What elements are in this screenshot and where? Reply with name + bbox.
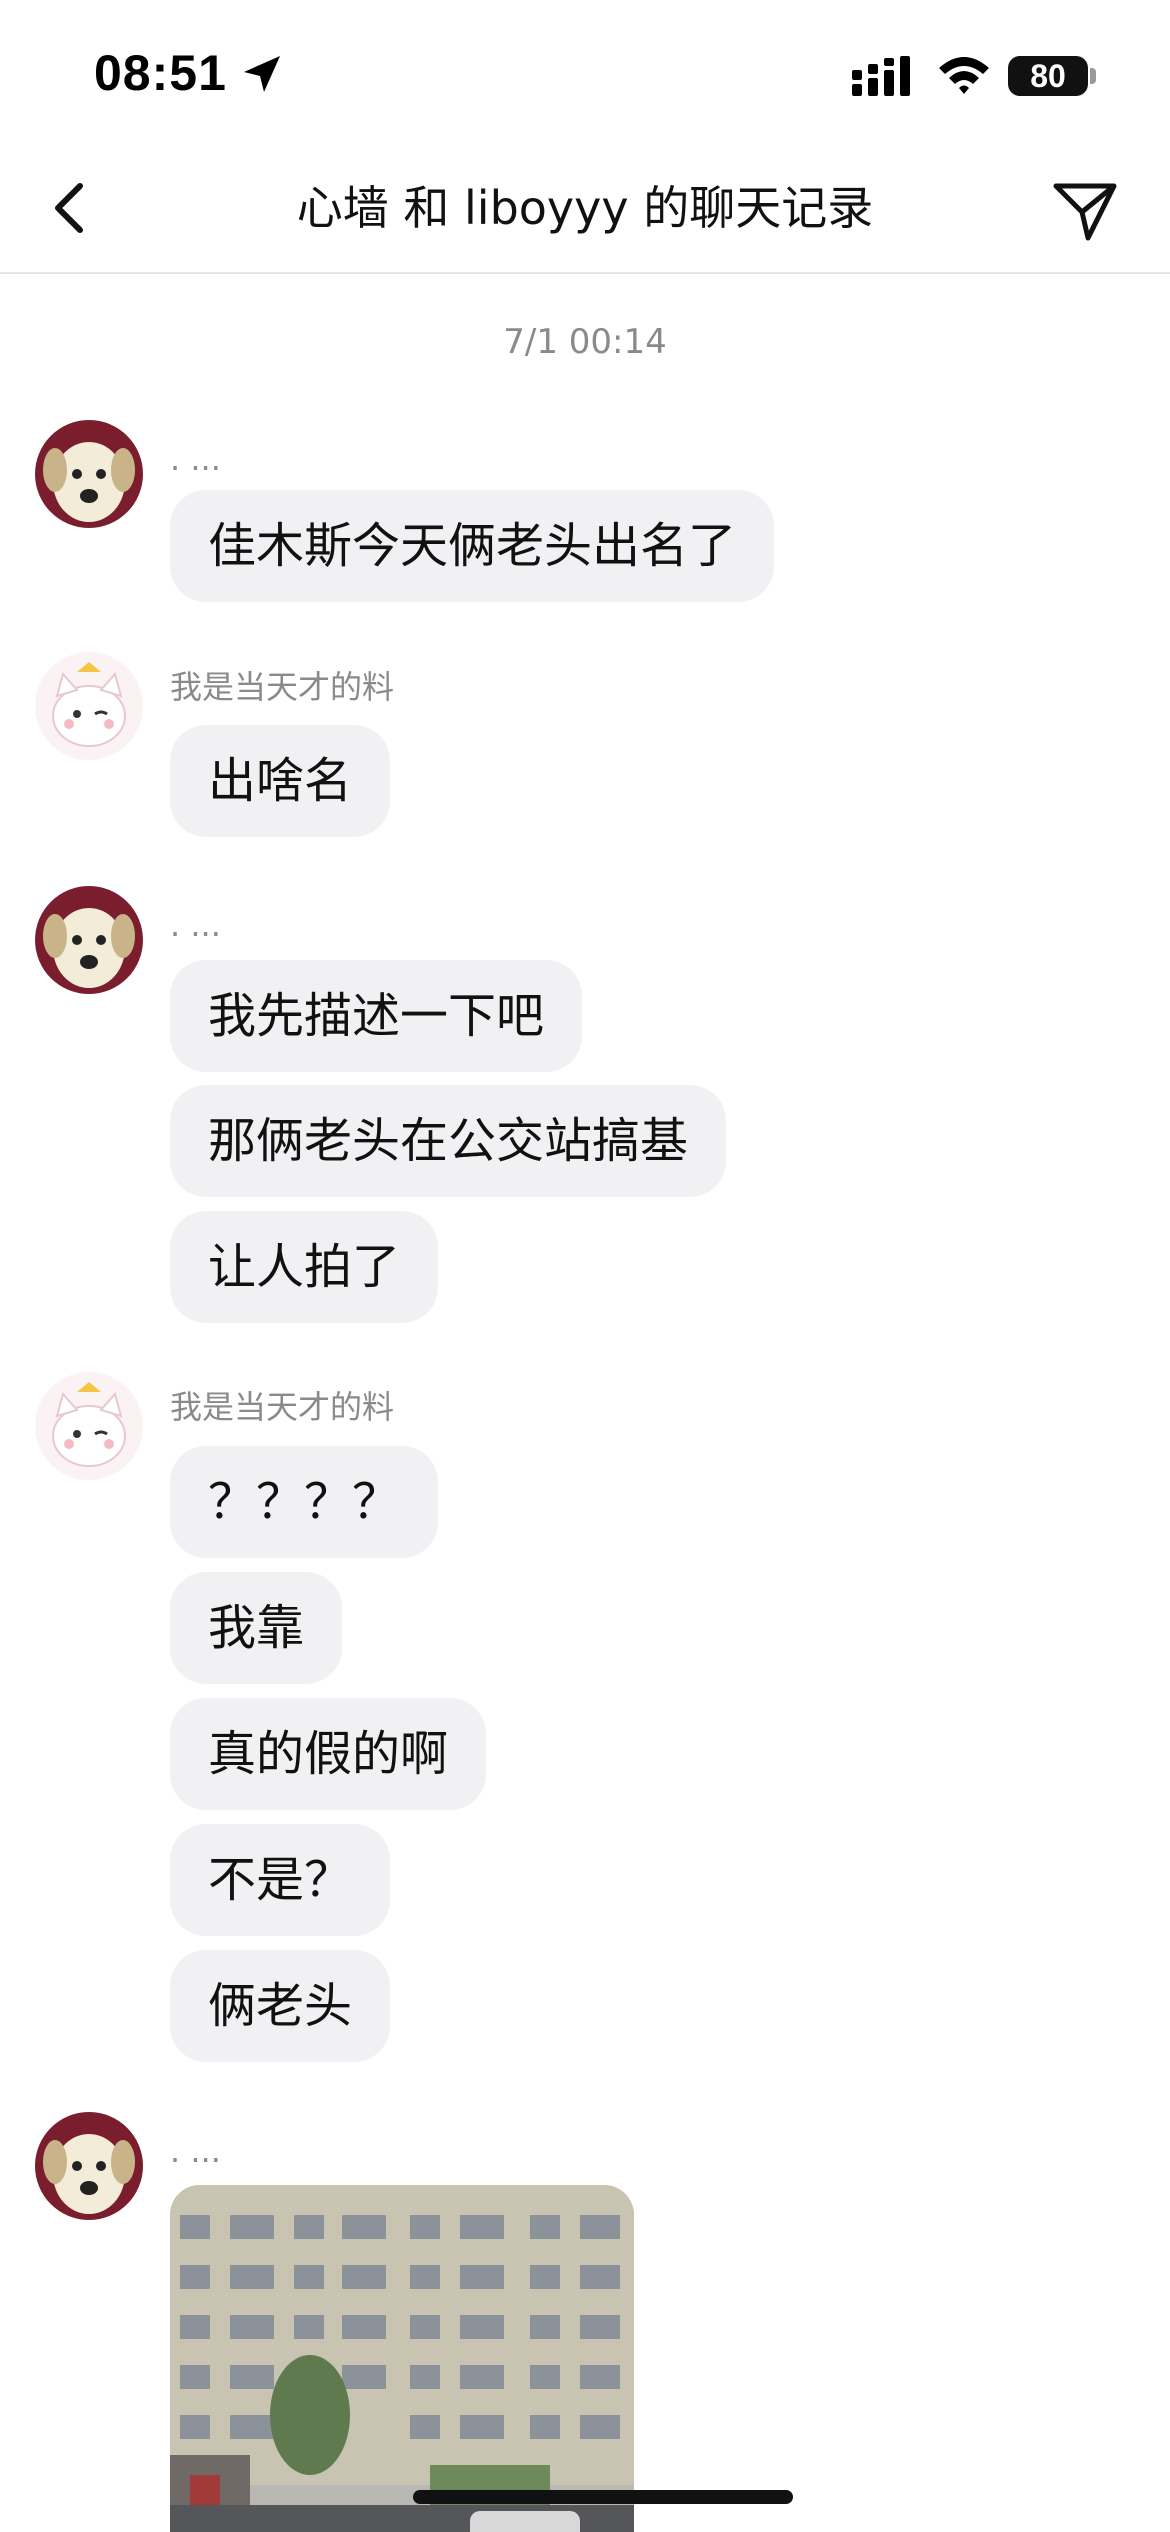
message-bubble[interactable]: 佳木斯今天俩老头出名了 xyxy=(170,490,775,602)
page-title: 心墙 和 liboyyy 的聊天记录 xyxy=(296,181,874,235)
dog-avatar-image xyxy=(35,420,143,528)
message-bubble[interactable]: 俩老头 xyxy=(170,1950,391,2062)
photo-content xyxy=(170,2185,634,2532)
message-bubble[interactable]: 出啥名 xyxy=(170,725,391,837)
sender-name: . ... xyxy=(170,2132,221,2170)
wifi-icon xyxy=(939,57,989,94)
cat-avatar-image xyxy=(35,652,143,760)
cat-avatar-image xyxy=(35,1372,143,1480)
chat-timestamp: 7/1 00:14 xyxy=(503,322,667,362)
cat-avatar[interactable] xyxy=(35,652,143,760)
location-arrow-icon xyxy=(244,56,280,92)
status-bar: 08:51 80 xyxy=(0,0,1170,150)
sender-name: . ... xyxy=(170,906,221,944)
message-bubble[interactable]: 真的假的啊 xyxy=(170,1698,487,1810)
message-bubble[interactable]: 我靠 xyxy=(170,1572,343,1684)
nav-bar: 心墙 和 liboyyy 的聊天记录 xyxy=(0,150,1170,274)
battery-level: 80 xyxy=(1030,57,1066,94)
sender-name: 我是当天才的料 xyxy=(170,668,395,706)
sender-name: . ... xyxy=(170,440,221,478)
message-bubble[interactable]: 那俩老头在公交站搞基 xyxy=(170,1085,727,1197)
chat-history-screen: 08:51 80 心墙 和 liboyyy 的聊天记录 7/1 00:14 . … xyxy=(0,0,1170,2532)
cat-avatar[interactable] xyxy=(35,1372,143,1480)
dog-avatar[interactable] xyxy=(35,886,143,994)
status-time: 08:51 xyxy=(94,45,227,101)
dog-avatar-image xyxy=(35,2112,143,2220)
home-indicator[interactable] xyxy=(413,2490,793,2504)
message-bubble[interactable]: ？？？？ xyxy=(170,1446,439,1558)
paper-plane-icon[interactable] xyxy=(1050,176,1120,246)
chevron-left-icon[interactable] xyxy=(40,176,104,240)
sender-name: 我是当天才的料 xyxy=(170,1388,395,1426)
message-bubble[interactable]: 我先描述一下吧 xyxy=(170,960,583,1072)
battery-icon: 80 xyxy=(1008,56,1088,96)
dog-avatar[interactable] xyxy=(35,420,143,528)
building-street-photo[interactable] xyxy=(170,2185,634,2532)
dog-avatar-image xyxy=(35,886,143,994)
battery-cap xyxy=(1090,68,1096,84)
dog-avatar[interactable] xyxy=(35,2112,143,2220)
cellular-signal-icon xyxy=(852,56,910,96)
message-bubble[interactable]: 让人拍了 xyxy=(170,1211,439,1323)
message-bubble[interactable]: 不是？ xyxy=(170,1824,391,1936)
